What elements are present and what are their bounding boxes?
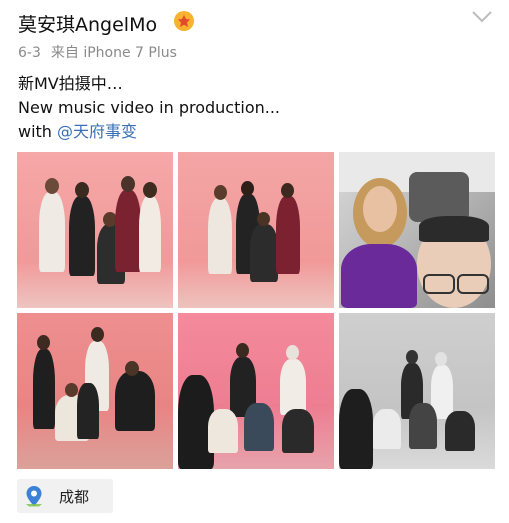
photo-group-standing[interactable] [17, 152, 173, 308]
post-meta: 6-3 来自 iPhone 7 Plus [18, 42, 177, 62]
post-line-with: with @天府事变 [18, 120, 488, 144]
with-prefix: with [18, 122, 58, 141]
post-date: 6-3 [18, 45, 41, 61]
photo-dancers-rehearsal[interactable] [17, 313, 173, 469]
photo-car-selfie[interactable] [339, 152, 495, 308]
post-line: New music video in production... [18, 98, 281, 117]
post-text: 新MV拍摄中… New music video in production...… [18, 72, 488, 144]
location-label: 成都 [59, 487, 90, 506]
photo-dancers-crouching[interactable] [178, 313, 334, 469]
photo-dancers-bw[interactable] [339, 313, 495, 469]
post-source: 来自 iPhone 7 Plus [50, 45, 177, 61]
photo-grid [17, 152, 495, 469]
vip-badge-icon [174, 11, 194, 31]
photo-group-posing[interactable] [178, 152, 334, 308]
post-line: 新MV拍摄中… [18, 74, 123, 93]
chevron-down-icon[interactable] [471, 10, 493, 24]
author-name[interactable]: 莫安琪AngelMo [18, 10, 157, 37]
location-pin-icon [26, 486, 42, 507]
mention-link[interactable]: @天府事变 [57, 122, 137, 141]
post-header: 莫安琪AngelMo [18, 8, 495, 38]
location-tag[interactable]: 成都 [17, 479, 113, 513]
